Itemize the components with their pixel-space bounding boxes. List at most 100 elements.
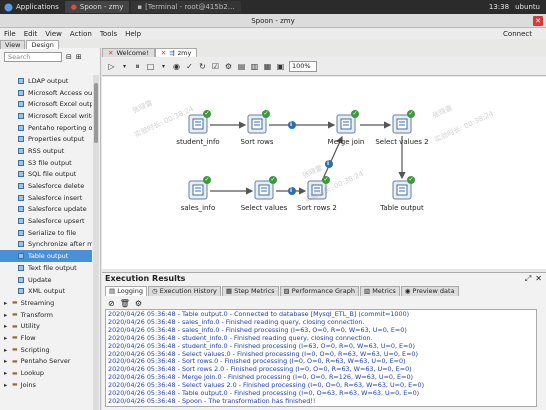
- close-panel-icon[interactable]: ✕: [535, 274, 542, 284]
- menu-file[interactable]: File: [4, 30, 16, 38]
- step-item[interactable]: Salesforce upsert: [0, 215, 92, 227]
- category-folder[interactable]: ▸ ▬ Transform: [0, 309, 92, 321]
- expand-arrow-icon[interactable]: ▸: [4, 369, 12, 377]
- step-item[interactable]: Pentaho reporting ou: [0, 122, 92, 134]
- step-item[interactable]: XML output: [0, 285, 92, 297]
- stop-dropdown-icon[interactable]: ▾: [159, 62, 168, 71]
- step-node[interactable]: ✓: [188, 110, 211, 136]
- tab-execution-history[interactable]: ◷ Execution History: [148, 286, 221, 296]
- expand-arrow-icon[interactable]: ▸: [4, 381, 12, 389]
- debug-icon[interactable]: ✓: [185, 62, 194, 71]
- step-item[interactable]: Properties output: [0, 133, 92, 145]
- step-item[interactable]: Serialize to file: [0, 227, 92, 239]
- tab-welcome[interactable]: ✕ Welcome!: [102, 48, 155, 57]
- expand-icon[interactable]: ⊞: [76, 53, 82, 61]
- run-dropdown-icon[interactable]: ▾: [120, 62, 129, 71]
- menu-tools[interactable]: Tools: [100, 30, 117, 38]
- expand-arrow-icon[interactable]: ▸: [4, 334, 12, 342]
- category-folder[interactable]: ▸ ▬ Joins: [0, 379, 92, 391]
- step-item[interactable]: Microsoft Excel outpu: [0, 98, 92, 110]
- step-item[interactable]: Salesforce insert: [0, 192, 92, 204]
- step-icon: [18, 206, 24, 213]
- align-icon[interactable]: ▣: [276, 62, 285, 71]
- pause-icon[interactable]: ⏸: [133, 62, 142, 71]
- step-item[interactable]: RSS output: [0, 145, 92, 157]
- tab-view[interactable]: View: [0, 40, 26, 49]
- preview-icon[interactable]: ◉: [172, 62, 181, 71]
- tab-zmy[interactable]: ✕ ⇶ zmy: [154, 48, 198, 57]
- step-item[interactable]: Microsoft Excel write: [0, 110, 92, 122]
- step-item[interactable]: Salesforce update: [0, 204, 92, 216]
- menu-help[interactable]: Help: [125, 30, 141, 38]
- step-node[interactable]: ✓: [392, 176, 415, 202]
- stop-icon[interactable]: □: [146, 62, 155, 71]
- category-folder[interactable]: ▸ ▬ Utility: [0, 320, 92, 332]
- tab-preview-data[interactable]: ◉ Preview data: [400, 286, 459, 296]
- zoom-select[interactable]: 100%: [289, 60, 317, 72]
- close-tab-icon[interactable]: ✕: [108, 49, 113, 57]
- category-folder[interactable]: ▸ ▬ Lookup: [0, 367, 92, 379]
- collapse-icon[interactable]: ⊟: [66, 53, 72, 61]
- step-item[interactable]: SQL file output: [0, 169, 92, 181]
- expand-arrow-icon[interactable]: ▸: [4, 357, 12, 365]
- step-node[interactable]: ✓: [307, 176, 330, 202]
- step-item[interactable]: S3 file output: [0, 157, 92, 169]
- show-results-icon[interactable]: ▦: [263, 62, 272, 71]
- step-node[interactable]: ✓: [336, 110, 359, 136]
- tree-scrollbar[interactable]: [93, 75, 99, 410]
- tab-step-metrics[interactable]: ▦ Step Metrics: [221, 286, 279, 296]
- log-settings-icon[interactable]: ⚙: [135, 299, 142, 308]
- clear-log-icon[interactable]: 🗑: [120, 299, 130, 308]
- step-node[interactable]: ✓: [188, 176, 211, 202]
- explore-db-icon[interactable]: ▥: [250, 62, 259, 71]
- category-folder[interactable]: ▸ ▬ Streaming: [0, 297, 92, 309]
- run-icon[interactable]: ▷: [107, 62, 116, 71]
- step-item[interactable]: Synchronize after me: [0, 239, 92, 251]
- close-tab-icon[interactable]: ✕: [161, 49, 166, 57]
- connect-button[interactable]: Connect: [503, 30, 546, 38]
- tab-metrics[interactable]: ▧ Metrics: [359, 286, 400, 296]
- log-text-area[interactable]: 2020/04/26 05:36:48 - Table output.0 - C…: [105, 309, 537, 407]
- expand-arrow-icon[interactable]: ▸: [4, 346, 12, 354]
- user-name[interactable]: ubuntu: [515, 3, 540, 11]
- step-node[interactable]: ✓: [392, 110, 415, 136]
- step-icon: [18, 147, 24, 154]
- replay-icon[interactable]: ↻: [198, 62, 207, 71]
- step-item[interactable]: LDAP output: [0, 75, 92, 87]
- maximize-icon[interactable]: ⤢: [525, 274, 531, 284]
- task-spoon[interactable]: ● Spoon - zmy: [64, 1, 130, 13]
- execution-results-panel: Execution Results ⤢ ✕ ▤ Logging ◷ Execut…: [102, 272, 546, 410]
- step-item[interactable]: Microsoft Access outp: [0, 87, 92, 99]
- task-terminal[interactable]: ▪ [Terminal - root@415b2…: [131, 1, 241, 13]
- menu-action[interactable]: Action: [70, 30, 92, 38]
- applications-menu[interactable]: Applications: [0, 0, 63, 14]
- menu-view[interactable]: View: [45, 30, 62, 38]
- design-panel: View Design Search ⊟ ⊞ LDAP output Micros…: [0, 40, 101, 410]
- step-item[interactable]: Update: [0, 274, 92, 286]
- step-node[interactable]: ✓: [247, 110, 270, 136]
- step-item[interactable]: Salesforce delete: [0, 180, 92, 192]
- show-errors-icon[interactable]: ⊘: [108, 299, 115, 308]
- menu-edit[interactable]: Edit: [24, 30, 38, 38]
- category-folder[interactable]: ▸ ▬ Pentaho Server: [0, 356, 92, 368]
- tab-logging[interactable]: ▤ Logging: [105, 286, 148, 296]
- step-icon: [18, 159, 24, 166]
- close-window-button[interactable]: ✕: [533, 16, 543, 26]
- expand-arrow-icon[interactable]: ▸: [4, 322, 12, 330]
- impact-icon[interactable]: ⚙: [224, 62, 233, 71]
- tab-design[interactable]: Design: [26, 40, 59, 49]
- step-item[interactable]: Table output: [0, 250, 92, 262]
- search-input[interactable]: Search: [4, 52, 62, 62]
- category-folder[interactable]: ▸ ▬ Scripting: [0, 344, 92, 356]
- spoon-icon: ●: [70, 3, 77, 11]
- category-folder[interactable]: ▸ ▬ Flow: [0, 332, 92, 344]
- scrollbar-thumb[interactable]: [94, 83, 98, 143]
- expand-arrow-icon[interactable]: ▸: [4, 299, 12, 307]
- tab-performance-graph[interactable]: ▨ Performance Graph: [279, 286, 359, 296]
- expand-arrow-icon[interactable]: ▸: [4, 311, 12, 319]
- sql-icon[interactable]: ▤: [237, 62, 246, 71]
- step-item[interactable]: Text file output: [0, 262, 92, 274]
- transformation-canvas[interactable]: i i i ✓ student_info ✓ Sort rows ✓ Merge join…: [102, 77, 546, 269]
- step-node[interactable]: ✓: [254, 176, 277, 202]
- verify-icon[interactable]: ☑: [211, 62, 220, 71]
